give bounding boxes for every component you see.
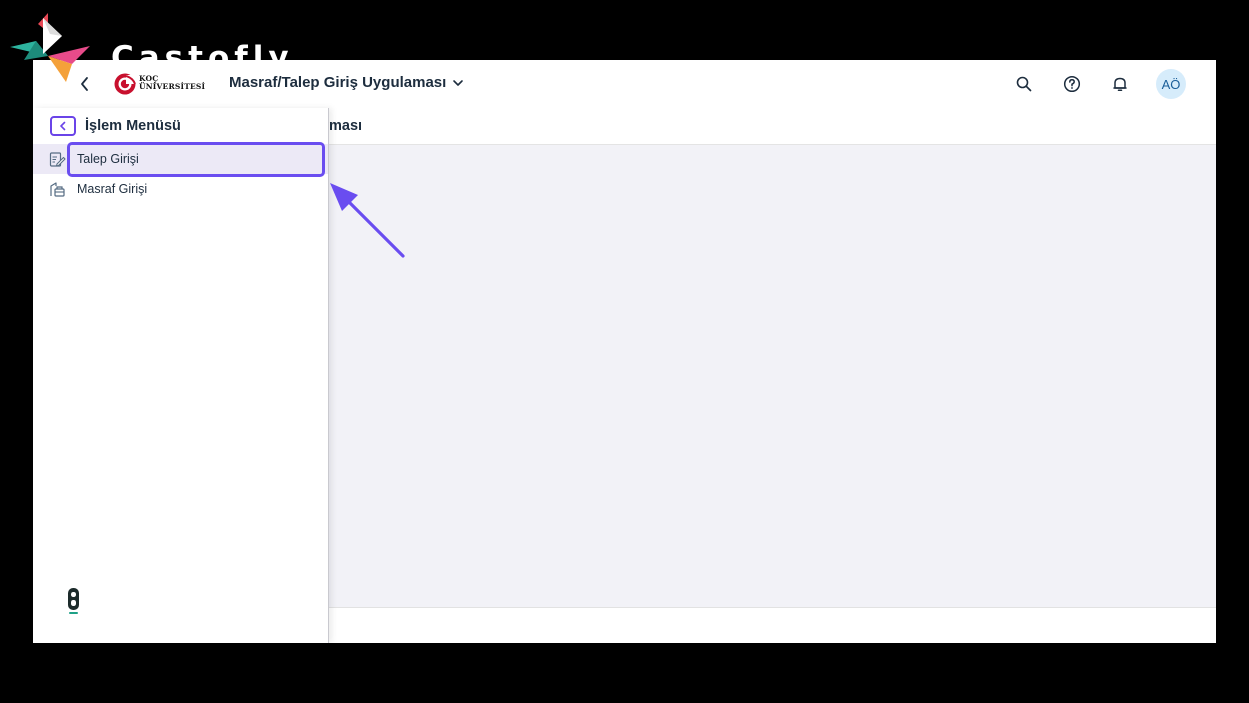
help-button[interactable]: [1060, 72, 1084, 96]
menu-item-label: Masraf Girişi: [77, 182, 148, 196]
screen: Castofly KOÇ ÜNİVERSİTESİ Masraf/Talep G…: [0, 0, 1249, 703]
shell-actions: AÖ: [1012, 69, 1186, 99]
side-menu-title: İşlem Menüsü: [85, 118, 181, 134]
expense-form-icon: [50, 182, 65, 197]
edit-form-icon: [49, 152, 66, 167]
help-icon: [1063, 75, 1081, 93]
page-header: ması: [329, 108, 1216, 145]
castofly-logo-icon: [10, 13, 90, 82]
castofly-brand-text: Castofly: [111, 40, 294, 76]
page-title: ması: [329, 118, 363, 134]
side-menu: İşlem Menüsü Talep Girişi Masraf Girişi: [33, 108, 329, 643]
footer-logo-icon: [66, 586, 82, 620]
bell-icon: [1113, 77, 1127, 92]
menu-item-talep-girisi[interactable]: Talep Girişi: [33, 144, 328, 174]
chevron-down-icon: [453, 80, 464, 86]
castofly-watermark: Castofly: [10, 10, 289, 85]
collapse-menu-button[interactable]: [50, 116, 76, 136]
page-content: [329, 145, 1216, 607]
menu-item-masraf-girisi[interactable]: Masraf Girişi: [33, 174, 328, 204]
app-window: KOÇ ÜNİVERSİTESİ Masraf/Talep Giriş Uygu…: [33, 60, 1216, 643]
notifications-button[interactable]: [1108, 72, 1132, 96]
page-footer: [329, 607, 1216, 643]
chevron-left-icon: [60, 121, 66, 131]
search-icon: [1016, 76, 1032, 92]
side-menu-header: İşlem Menüsü: [50, 116, 181, 136]
user-avatar[interactable]: AÖ: [1156, 69, 1186, 99]
tutorial-arrow-icon: [330, 183, 405, 258]
search-button[interactable]: [1012, 72, 1036, 96]
menu-item-label: Talep Girişi: [77, 152, 139, 166]
